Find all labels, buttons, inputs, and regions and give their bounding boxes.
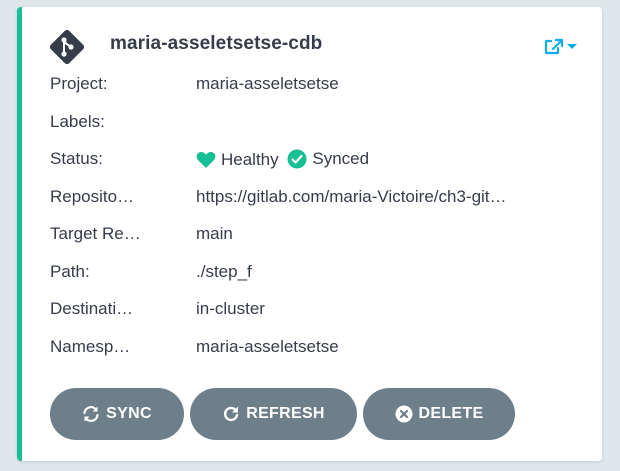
sync-status: Synced bbox=[287, 148, 369, 170]
labels-label: Labels: bbox=[50, 111, 105, 131]
target-revision-row: Target Re… main bbox=[50, 223, 582, 261]
external-links-dropdown[interactable] bbox=[542, 37, 582, 57]
refresh-button-label: REFRESH bbox=[246, 405, 325, 422]
target-revision-label: Target Re… bbox=[50, 224, 141, 243]
path-value: ./step_f bbox=[196, 261, 252, 281]
namespace-value: maria-asseletsetse bbox=[196, 336, 339, 356]
caret-down-icon bbox=[567, 44, 577, 49]
target-revision-value: main bbox=[196, 224, 233, 243]
sync-arrows-icon bbox=[83, 406, 99, 422]
tile-header: maria-asseletsetse-cdb bbox=[47, 27, 582, 65]
project-label: Project: bbox=[50, 74, 108, 93]
health-status: Healthy bbox=[196, 149, 279, 171]
destination-value: in-cluster bbox=[196, 299, 265, 318]
repository-value: https://gitlab.com/maria-Victoire/ch3-gi… bbox=[196, 186, 507, 206]
repository-row: Reposito… https://gitlab.com/maria-Victo… bbox=[50, 186, 582, 224]
destination-label: Destinati… bbox=[50, 299, 134, 318]
git-diamond-icon bbox=[47, 27, 87, 67]
application-tile[interactable]: maria-asseletsetse-cdb Project: maria-as… bbox=[17, 7, 602, 461]
external-link-icon bbox=[544, 38, 564, 55]
heart-icon bbox=[196, 152, 216, 168]
refresh-button[interactable]: REFRESH bbox=[190, 388, 357, 440]
delete-button[interactable]: DELETE bbox=[363, 388, 515, 440]
namespace-row: Namesp… maria-asseletsetse bbox=[50, 336, 582, 374]
times-circle-icon bbox=[395, 405, 413, 423]
project-row: Project: maria-asseletsetse bbox=[50, 73, 582, 111]
refresh-icon bbox=[224, 406, 239, 422]
sync-button[interactable]: SYNC bbox=[50, 388, 184, 440]
sync-button-label: SYNC bbox=[106, 405, 152, 422]
destination-row: Destinati… in-cluster bbox=[50, 298, 582, 336]
namespace-label: Namesp… bbox=[50, 336, 131, 356]
path-label: Path: bbox=[50, 261, 90, 281]
app-details: Project: maria-asseletsetse Labels: Stat… bbox=[50, 73, 582, 373]
sync-status-text: Synced bbox=[312, 149, 370, 168]
repository-label: Reposito… bbox=[50, 186, 135, 206]
delete-button-label: DELETE bbox=[418, 405, 484, 422]
status-value: Healthy Synced bbox=[196, 148, 590, 175]
path-row: Path: ./step_f bbox=[50, 261, 582, 299]
health-status-text: Healthy bbox=[221, 150, 279, 169]
application-name[interactable]: maria-asseletsetse-cdb bbox=[110, 33, 322, 55]
status-label: Status: bbox=[50, 149, 103, 168]
status-row: Status: Healthy Synced bbox=[50, 148, 582, 186]
project-value: maria-asseletsetse bbox=[196, 74, 339, 93]
check-circle-icon bbox=[287, 149, 307, 169]
labels-row: Labels: bbox=[50, 111, 582, 149]
